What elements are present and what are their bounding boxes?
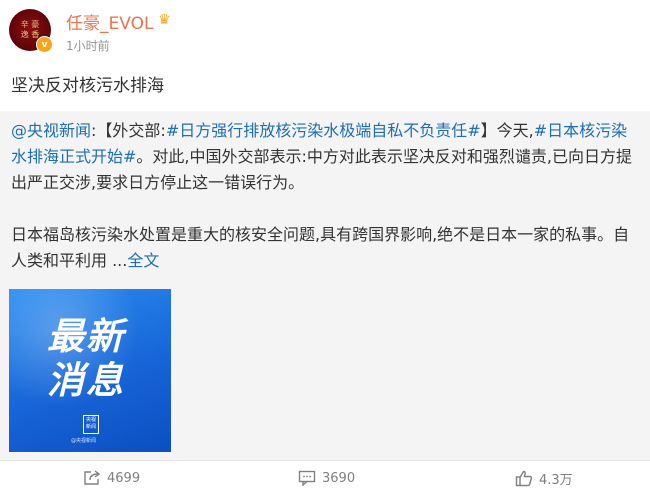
user-avatar[interactable]: 辛 豪 逸 香 v [9, 9, 53, 53]
post-header: 辛 豪 逸 香 v 任豪_EVOL ♛ 1小时前 坚决反对核污水排海 [0, 0, 650, 100]
comment-button[interactable]: 3690 [298, 461, 355, 495]
username-link[interactable]: 任豪_EVOL [66, 9, 153, 34]
share-icon [84, 470, 101, 485]
image-watermark: @央视新闻 [71, 438, 97, 444]
author-mention-link[interactable]: @央视新闻 [11, 121, 91, 140]
comment-icon [298, 470, 316, 486]
repost-text: @央视新闻:【外交部:#日方强行排放核污染水极端自私不负责任#】今天,#日本核污… [11, 118, 643, 274]
repost-text-fragment: 】今天, [480, 121, 534, 140]
cctv-logo: 央视新闻 [83, 415, 99, 434]
avatar-text-2: 逸 香 [20, 30, 40, 39]
full-text-link[interactable]: 全文 [127, 251, 159, 270]
news-image[interactable]: 最新 消息 央视新闻 @央视新闻 [9, 289, 171, 452]
repost-paragraph-2: 日本福岛核污染水处置是重大的核安全问题,具有跨国界影响,绝不是日本一家的私事。自… [11, 222, 643, 274]
post-timestamp[interactable]: 1小时前 [66, 37, 110, 54]
like-count: 4.3万 [539, 472, 573, 488]
repost-count: 4699 [107, 470, 141, 486]
hashtag-link[interactable]: #日方强行排放核污染水极端自私不负责任# [166, 121, 481, 140]
image-headline-line: 消息 [47, 359, 125, 402]
image-headline-line: 最新 [47, 315, 125, 358]
action-bar: 4699 3690 4.3万 [0, 460, 650, 495]
post-text: 坚决反对核污水排海 [11, 76, 164, 96]
verified-badge-icon: v [36, 36, 53, 53]
repost-text-fragment: :【外交部: [91, 121, 166, 140]
repost-text-fragment: 日本福岛核污染水处置是重大的核安全问题,具有跨国界影响,绝不是日本一家的私事。自… [11, 225, 630, 270]
repost-paragraph-1: @央视新闻:【外交部:#日方强行排放核污染水极端自私不负责任#】今天,#日本核污… [11, 118, 643, 196]
image-headline: 最新 消息 [47, 315, 125, 403]
crown-icon: ♛ [158, 12, 171, 28]
like-button[interactable]: 4.3万 [515, 461, 573, 495]
reposted-content[interactable]: @央视新闻:【外交部:#日方强行排放核污染水极端自私不负责任#】今天,#日本核污… [0, 111, 650, 460]
avatar-text-1: 辛 豪 [20, 20, 40, 29]
repost-button[interactable]: 4699 [83, 461, 140, 495]
comment-count: 3690 [322, 470, 356, 486]
thumbs-up-icon [515, 470, 533, 486]
